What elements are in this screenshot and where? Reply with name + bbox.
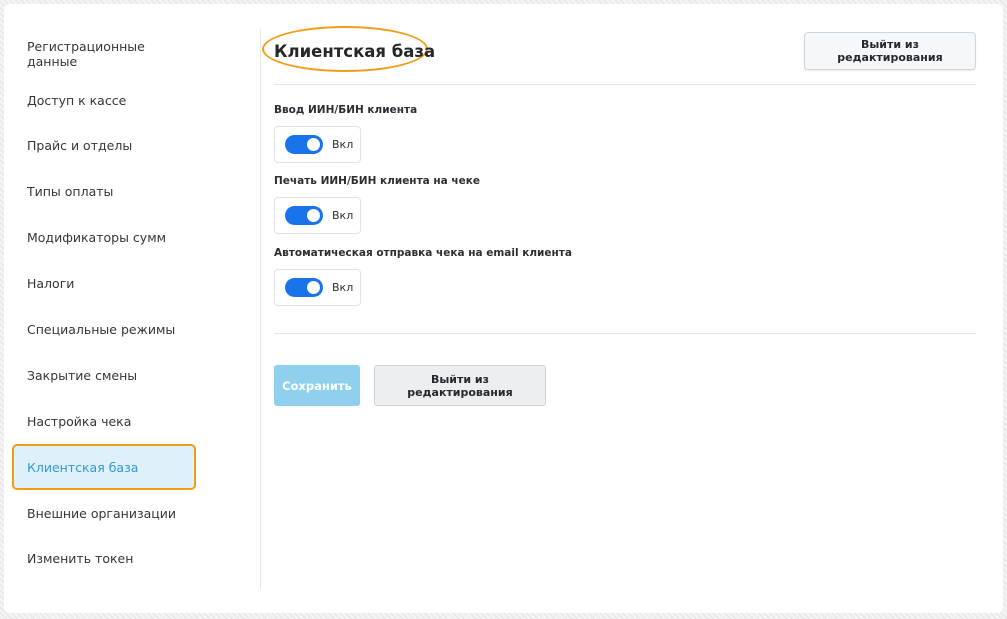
sidebar-item-registration-data[interactable]: Регистрационные данные — [14, 33, 194, 75]
toggle-state-label: Вкл — [332, 138, 354, 151]
sidebar-item-amount-modifiers[interactable]: Модификаторы сумм — [14, 216, 194, 258]
switch-email-send[interactable] — [285, 278, 323, 297]
switch-knob — [307, 138, 320, 151]
sidebar-item-special-modes[interactable]: Специальные режимы — [14, 308, 194, 350]
sidebar-item-shift-closing[interactable]: Закрытие смены — [14, 354, 194, 396]
footer-divider — [274, 333, 976, 334]
switch-iin-input[interactable] — [285, 135, 323, 154]
exit-edit-button-bottom[interactable]: Выйти из редактирования — [374, 365, 546, 406]
save-button[interactable]: Сохранить — [274, 365, 360, 406]
settings-sidebar: Регистрационные данные Доступ к кассе Пр… — [4, 29, 261, 589]
switch-knob — [307, 281, 320, 294]
settings-card: Регистрационные данные Доступ к кассе Пр… — [4, 4, 1003, 613]
sidebar-item-price-departments[interactable]: Прайс и отделы — [14, 124, 194, 166]
exit-edit-button-top[interactable]: Выйти из редактирования — [804, 32, 976, 70]
sidebar-item-payment-types[interactable]: Типы оплаты — [14, 170, 194, 212]
toggle-email-send: Вкл — [274, 269, 361, 306]
toggle-iin-print: Вкл — [274, 197, 361, 234]
page-title: Клиентская база — [274, 42, 436, 61]
toggle-state-label: Вкл — [332, 281, 354, 294]
setting-label-iin-print: Печать ИИН/БИН клиента на чеке — [274, 175, 480, 187]
sidebar-item-cash-access[interactable]: Доступ к кассе — [14, 79, 194, 121]
sidebar-item-taxes[interactable]: Налоги — [14, 262, 194, 304]
switch-knob — [307, 209, 320, 222]
header-divider — [274, 84, 976, 85]
client-base-panel: Клиентская база Выйти из редактирования … — [262, 4, 976, 604]
sidebar-item-receipt-settings[interactable]: Настройка чека — [14, 400, 194, 442]
toggle-iin-input: Вкл — [274, 126, 361, 163]
switch-iin-print[interactable] — [285, 206, 323, 225]
setting-label-iin-input: Ввод ИИН/БИН клиента — [274, 104, 418, 116]
sidebar-item-change-token[interactable]: Изменить токен — [14, 537, 194, 579]
sidebar-item-client-base[interactable]: Клиентская база — [14, 446, 194, 488]
setting-label-email-send: Автоматическая отправка чека на email кл… — [274, 247, 572, 259]
toggle-state-label: Вкл — [332, 209, 354, 222]
sidebar-item-external-organizations[interactable]: Внешние организации — [14, 492, 194, 534]
